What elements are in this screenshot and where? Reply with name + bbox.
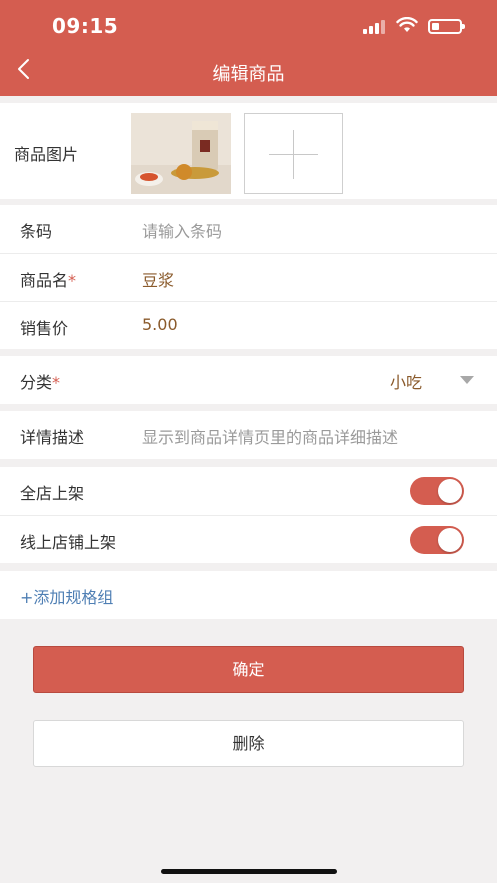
online-store-toggle[interactable] [410,526,464,554]
category-label: 分类* [20,369,60,393]
barcode-label: 条码 [20,222,53,241]
page-title: 编辑商品 [212,64,285,85]
status-bar: 09:15 [0,0,497,50]
category-label-text: 分类 [20,373,53,392]
product-name-input[interactable]: 豆浆 [142,267,174,291]
confirm-button[interactable]: 确定 [33,646,464,693]
product-photo-thumbnail[interactable] [131,113,231,194]
basic-info-section: 条码 请输入条码 商品名* 豆浆 销售价 5.00 [0,205,497,349]
description-label: 详情描述 [20,428,85,447]
barcode-row[interactable]: 条码 请输入条码 [0,205,497,253]
all-stores-toggle[interactable] [410,477,464,505]
product-image-label: 商品图片 [14,145,79,164]
cellular-signal-icon [363,20,387,34]
required-mark: * [52,373,61,392]
price-row[interactable]: 销售价 5.00 [0,301,497,349]
product-name-label-text: 商品名 [20,271,69,290]
add-spec-group-link[interactable]: +添加规格组 [20,584,113,608]
online-store-label: 线上店铺上架 [20,533,117,552]
description-row[interactable]: 详情描述 显示到商品详情页里的商品详细描述 [0,411,497,459]
home-indicator [161,869,337,874]
product-photo-image [131,113,231,194]
product-name-row[interactable]: 商品名* 豆浆 [0,253,497,301]
price-label: 销售价 [20,319,69,338]
app-header: 09:15 编辑商品 [0,0,497,96]
product-name-label: 商品名* [20,267,76,291]
price-input[interactable]: 5.00 [142,315,178,334]
wifi-icon [396,17,418,32]
required-mark: * [68,271,77,290]
category-select-value[interactable]: 小吃 [390,369,422,393]
category-row[interactable]: 分类* 小吃 [0,356,497,404]
product-image-section: 商品图片 [0,103,497,199]
status-time: 09:15 [52,14,119,38]
toggle-row-online-store: 线上店铺上架 [0,515,497,563]
add-spec-group-row[interactable]: +添加规格组 [0,571,497,619]
add-photo-button[interactable] [244,113,343,194]
barcode-input[interactable]: 请输入条码 [142,218,222,242]
dropdown-arrow-icon[interactable] [460,376,474,384]
all-stores-label: 全店上架 [20,484,85,503]
toggle-row-all-stores: 全店上架 [0,467,497,515]
battery-icon [428,19,465,34]
description-input[interactable]: 显示到商品详情页里的商品详细描述 [142,424,398,448]
listing-toggles-section: 全店上架 线上店铺上架 [0,467,497,563]
delete-button[interactable]: 删除 [33,720,464,767]
